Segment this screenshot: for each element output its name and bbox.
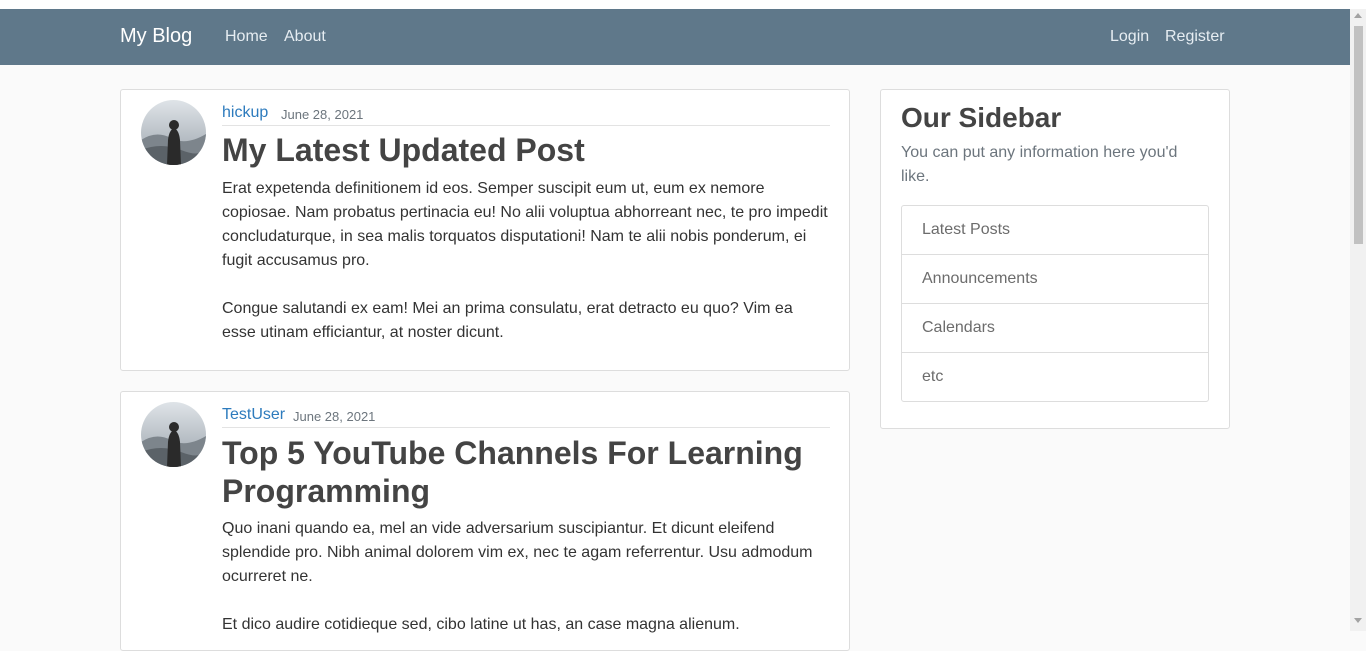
sidebar-title: Our Sidebar <box>901 102 1062 133</box>
post-title-link[interactable]: My Latest Updated Post <box>222 131 842 169</box>
scrollbar-thumb[interactable] <box>1354 26 1363 244</box>
post-content: Erat expetenda definitionem id eos. Semp… <box>222 180 828 341</box>
sidebar-card: Our Sidebar You can put any information … <box>880 89 1230 429</box>
meta-divider <box>222 427 830 428</box>
author-avatar[interactable] <box>141 402 206 467</box>
post-date: June 28, 2021 <box>281 107 364 122</box>
sidebar-description: You can put any information here you'd l… <box>901 144 1178 185</box>
sidebar-item-announcements[interactable]: Announcements <box>902 254 1208 303</box>
post-title-link[interactable]: Top 5 YouTube Channels For Learning Prog… <box>222 434 842 510</box>
avatar-image-icon <box>141 100 206 165</box>
post-author-link[interactable]: hickup <box>222 104 268 122</box>
post-content: Quo inani quando ea, mel an vide adversa… <box>222 520 813 633</box>
avatar-image-icon <box>141 402 206 467</box>
post-card: TestUser June 28, 2021 Top 5 YouTube Cha… <box>120 391 850 651</box>
nav-register-link[interactable]: Register <box>1165 28 1225 46</box>
sidebar-list: Latest Posts Announcements Calendars etc <box>901 205 1209 402</box>
nav-about-link[interactable]: About <box>284 28 326 46</box>
sidebar-item-etc[interactable]: etc <box>902 352 1208 401</box>
sidebar-item-calendars[interactable]: Calendars <box>902 303 1208 352</box>
scroll-down-arrow-icon[interactable] <box>1354 618 1362 623</box>
post-author-link[interactable]: TestUser <box>222 406 285 424</box>
sidebar-item-latest-posts[interactable]: Latest Posts <box>902 206 1208 254</box>
brand-link[interactable]: My Blog <box>120 25 192 48</box>
nav-login-link[interactable]: Login <box>1110 28 1149 46</box>
scroll-up-arrow-icon[interactable] <box>1354 13 1362 18</box>
author-avatar[interactable] <box>141 100 206 165</box>
navbar: My Blog Home About Login Register <box>0 9 1350 65</box>
nav-home-link[interactable]: Home <box>225 28 268 46</box>
post-card: hickup June 28, 2021 My Latest Updated P… <box>120 89 850 371</box>
window-top-strip <box>0 0 1366 9</box>
page-scrollbar[interactable] <box>1350 9 1366 631</box>
meta-divider <box>222 125 830 126</box>
post-date: June 28, 2021 <box>293 409 376 424</box>
